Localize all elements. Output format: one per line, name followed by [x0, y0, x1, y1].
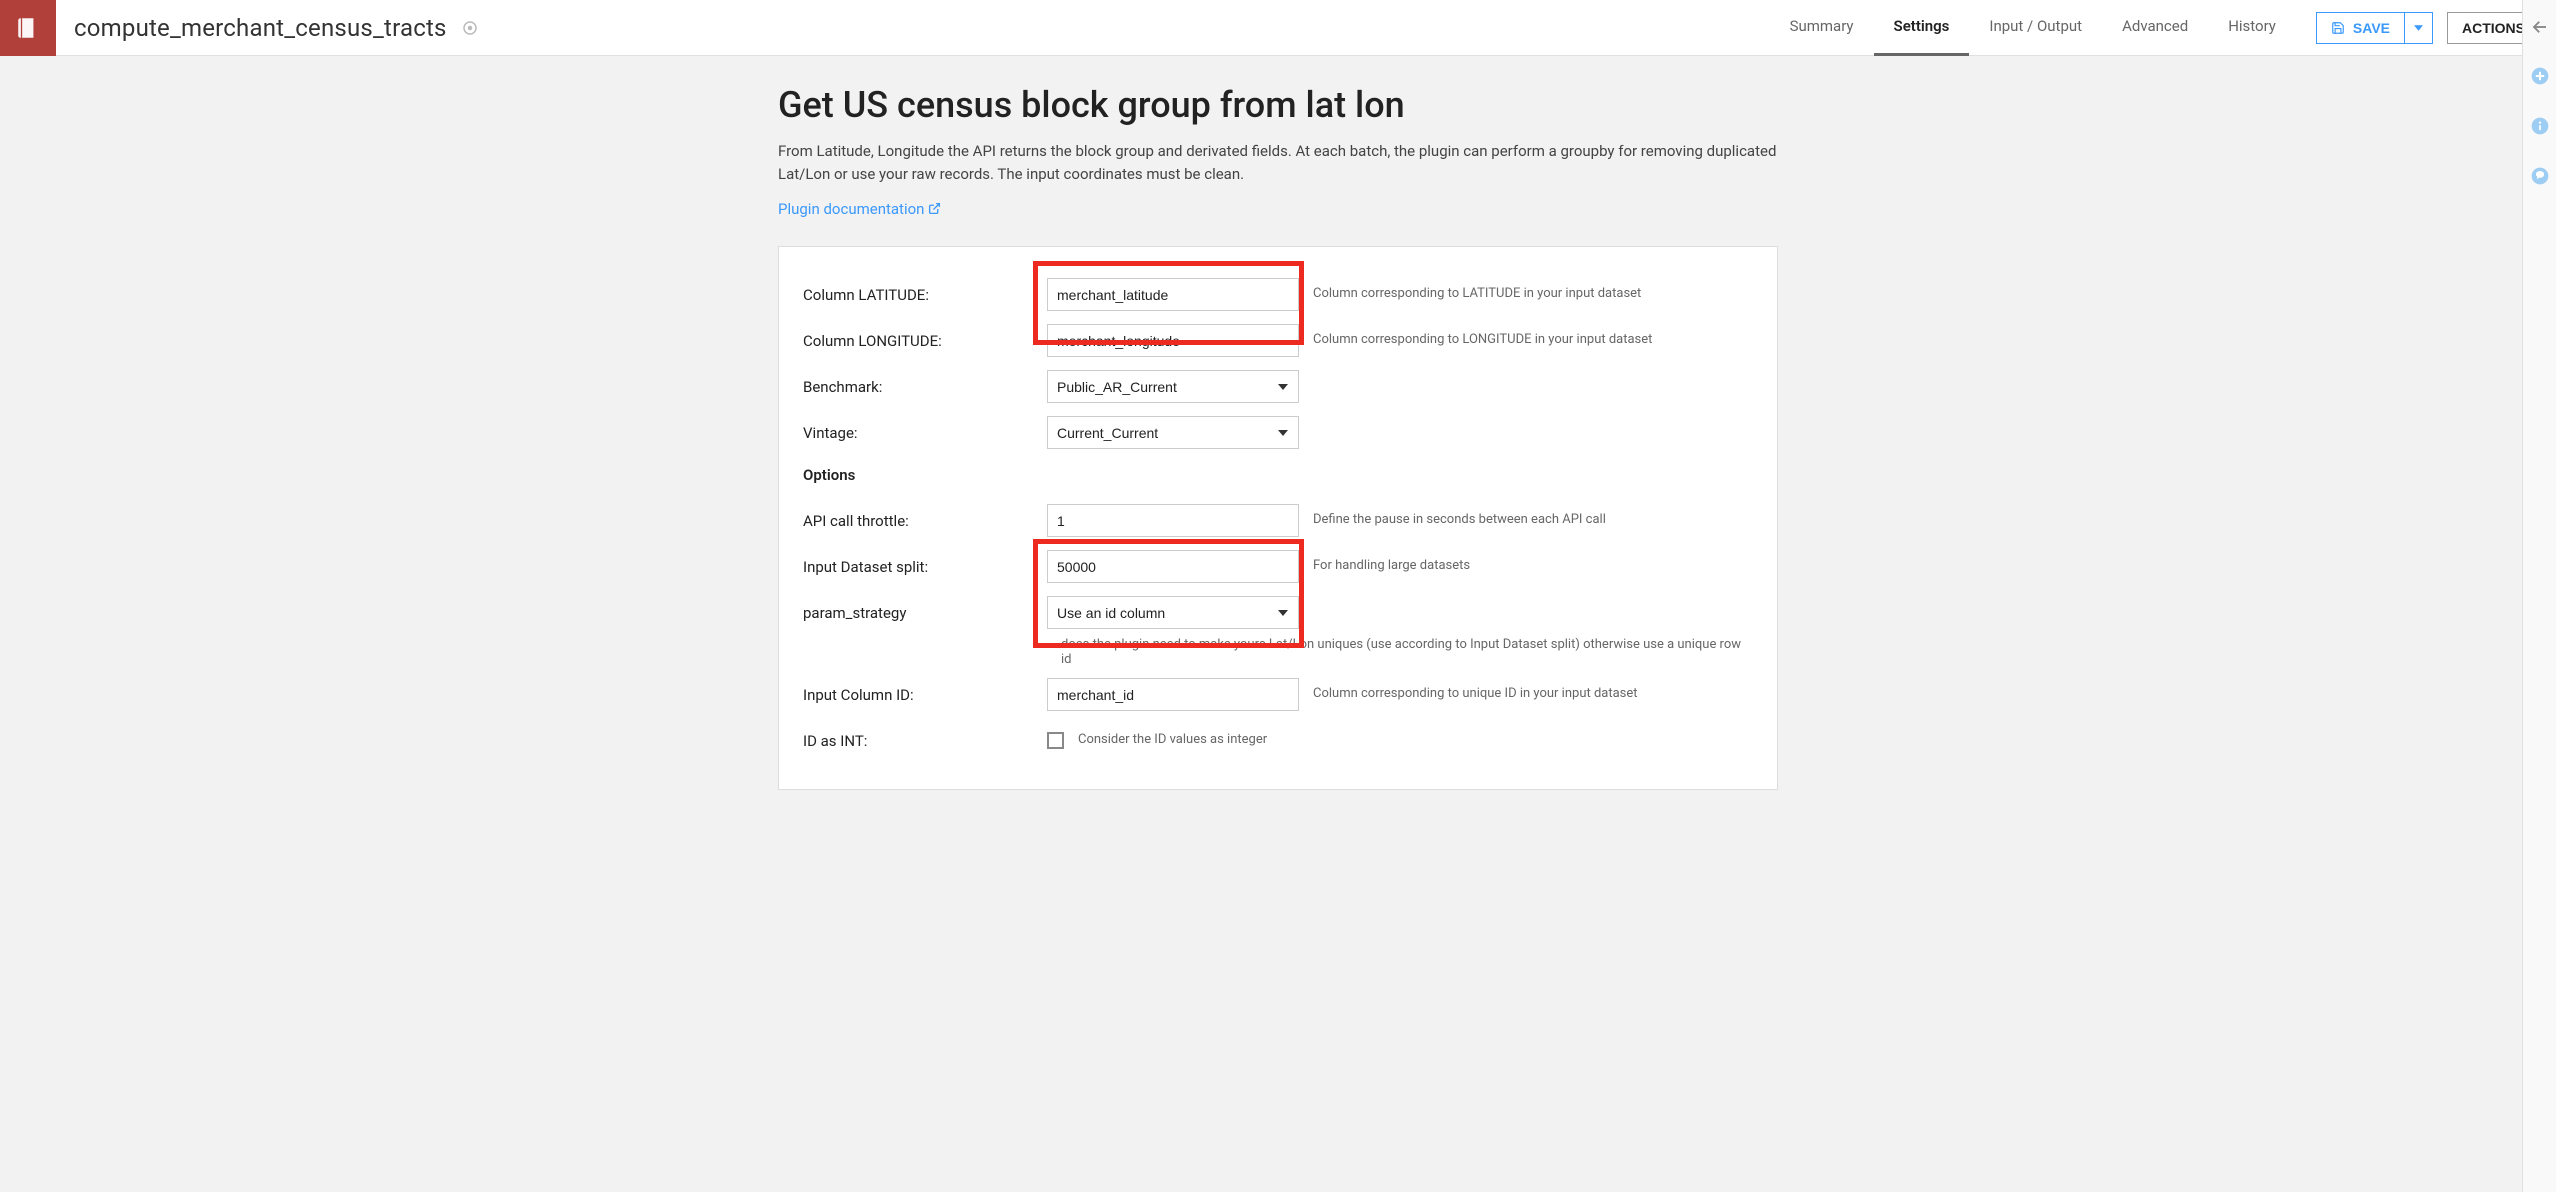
right-sidebar: [2522, 0, 2556, 1192]
row-param-strategy: param_strategy Use an id column: [803, 593, 1753, 633]
settings-panel: Column LATITUDE: Column corresponding to…: [778, 246, 1778, 790]
content: Get US census block group from lat lon F…: [778, 56, 1778, 830]
plus-circle-icon[interactable]: [2530, 66, 2550, 90]
row-id-as-int: ID as INT: Consider the ID values as int…: [803, 721, 1753, 761]
plugin-doc-link[interactable]: Plugin documentation: [778, 200, 941, 218]
label-vintage: Vintage:: [803, 424, 1047, 442]
checkbox-id-as-int[interactable]: [1047, 732, 1064, 749]
recipe-icon: [0, 0, 56, 56]
save-button-label: SAVE: [2353, 20, 2390, 36]
tab-summary[interactable]: Summary: [1770, 0, 1874, 56]
hint-split: For handling large datasets: [1313, 558, 1470, 575]
options-heading: Options: [803, 466, 1047, 484]
row-input-column-id: Input Column ID: Column corresponding to…: [803, 675, 1753, 715]
hint-throttle: Define the pause in seconds between each…: [1313, 512, 1606, 529]
chevron-down-icon: [2414, 25, 2423, 31]
label-param-strategy: param_strategy: [803, 604, 1047, 622]
input-split[interactable]: [1047, 550, 1299, 583]
label-input-column-id: Input Column ID:: [803, 686, 1047, 704]
page-description: From Latitude, Longitude the API returns…: [778, 140, 1778, 187]
label-longitude: Column LONGITUDE:: [803, 332, 1047, 350]
input-throttle[interactable]: [1047, 504, 1299, 537]
row-split: Input Dataset split: For handling large …: [803, 547, 1753, 587]
tab-input-output[interactable]: Input / Output: [1969, 0, 2102, 56]
save-button[interactable]: SAVE: [2316, 12, 2405, 44]
target-icon[interactable]: [461, 19, 479, 37]
collapse-icon[interactable]: [2531, 18, 2549, 40]
row-latitude: Column LATITUDE: Column corresponding to…: [803, 275, 1753, 315]
save-group: SAVE: [2316, 12, 2433, 44]
save-icon: [2331, 21, 2345, 35]
tab-advanced[interactable]: Advanced: [2102, 0, 2208, 56]
row-options-heading: Options: [803, 455, 1753, 495]
input-column-id[interactable]: [1047, 678, 1299, 711]
hint-param-strategy: does the plugin need to make yours Lat/L…: [1061, 633, 1753, 675]
row-vintage: Vintage: Current_Current: [803, 413, 1753, 453]
row-throttle: API call throttle: Define the pause in s…: [803, 501, 1753, 541]
select-vintage[interactable]: Current_Current: [1047, 416, 1299, 449]
row-longitude: Column LONGITUDE: Column corresponding t…: [803, 321, 1753, 361]
input-longitude[interactable]: [1047, 324, 1299, 357]
hint-input-column-id: Column corresponding to unique ID in you…: [1313, 686, 1638, 703]
select-benchmark[interactable]: Public_AR_Current: [1047, 370, 1299, 403]
save-dropdown[interactable]: [2405, 12, 2433, 44]
label-benchmark: Benchmark:: [803, 378, 1047, 396]
label-split: Input Dataset split:: [803, 558, 1047, 576]
chk-label-id-as-int: Consider the ID values as integer: [1078, 732, 1267, 749]
label-latitude: Column LATITUDE:: [803, 286, 1047, 304]
plugin-doc-link-label: Plugin documentation: [778, 200, 924, 218]
tab-settings[interactable]: Settings: [1874, 0, 1970, 56]
tab-history[interactable]: History: [2208, 0, 2296, 56]
page-title: Get US census block group from lat lon: [778, 84, 1778, 126]
label-id-as-int: ID as INT:: [803, 732, 1047, 750]
info-circle-icon[interactable]: [2530, 116, 2550, 140]
recipe-name: compute_merchant_census_tracts: [74, 14, 447, 42]
chat-circle-icon[interactable]: [2530, 166, 2550, 190]
hint-latitude: Column corresponding to LATITUDE in your…: [1313, 286, 1641, 303]
tabs: Summary Settings Input / Output Advanced…: [1770, 0, 2296, 56]
header-bar: compute_merchant_census_tracts Summary S…: [0, 0, 2556, 56]
input-latitude[interactable]: [1047, 278, 1299, 311]
row-benchmark: Benchmark: Public_AR_Current: [803, 367, 1753, 407]
select-param-strategy[interactable]: Use an id column: [1047, 596, 1299, 629]
label-throttle: API call throttle:: [803, 512, 1047, 530]
external-link-icon: [928, 202, 941, 215]
hint-longitude: Column corresponding to LONGITUDE in you…: [1313, 332, 1652, 349]
